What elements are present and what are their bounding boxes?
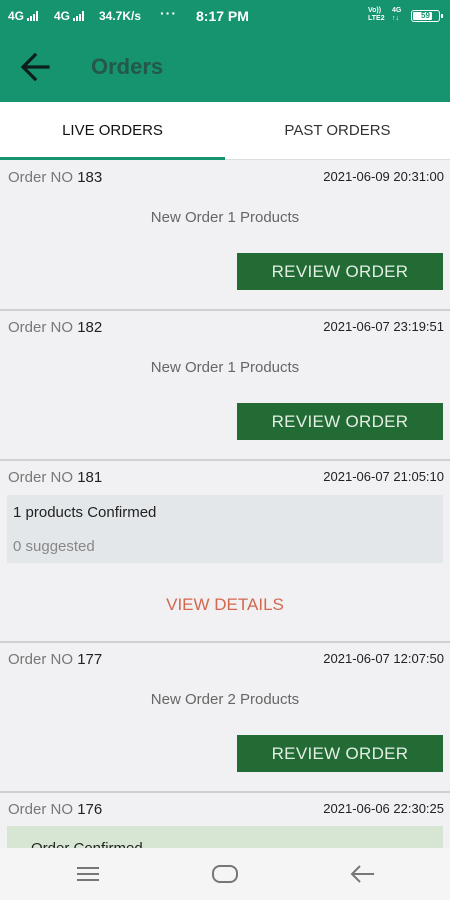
back-button[interactable] — [18, 50, 54, 84]
confirmation-summary: 1 products Confirmed 0 suggested — [7, 495, 443, 563]
tab-bar: LIVE ORDERS PAST ORDERS — [0, 102, 450, 160]
back-icon — [350, 865, 374, 883]
net-top: 4G — [392, 7, 402, 14]
confirmed-count: 1 products Confirmed — [13, 504, 157, 521]
network-speed: 34.7K/s — [99, 9, 142, 23]
data-indicator: 4G ↑↓ — [392, 7, 401, 23]
order-number-label: Order NO — [8, 651, 74, 668]
more-notifications-icon: ··· — [160, 5, 177, 21]
home-icon — [212, 865, 238, 883]
suggested-count: 0 suggested — [13, 538, 95, 555]
status-bar: 4G 4G 34.7K/s ··· 8:17 PM Vo)) LTE2 4G ↑… — [0, 0, 450, 32]
order-number-value: 176 — [77, 801, 103, 818]
order-card: Order NO 181 2021-06-07 21:05:10 1 produ… — [0, 461, 450, 643]
order-number-value: 181 — [77, 469, 103, 486]
signal-icon — [27, 11, 39, 21]
order-date: 2021-06-07 23:19:51 — [323, 319, 444, 334]
order-card: Order NO 183 2021-06-09 20:31:00 New Ord… — [0, 161, 450, 311]
order-date: 2021-06-09 20:31:00 — [323, 169, 444, 184]
order-number-label: Order NO — [8, 169, 74, 186]
order-status-box: Order Confirmed — [7, 826, 443, 848]
order-number-value: 177 — [77, 651, 103, 668]
volte-indicator: Vo)) LTE2 — [368, 7, 385, 23]
review-order-button[interactable]: REVIEW ORDER — [237, 735, 443, 772]
volte-top: Vo)) — [368, 7, 382, 14]
order-number-value: 182 — [77, 319, 103, 336]
net-bottom: ↑↓ — [392, 15, 399, 22]
sim2-label: 4G — [54, 9, 71, 23]
app-bar: Orders — [0, 32, 450, 102]
order-card: Order NO 176 2021-06-06 22:30:25 Order C… — [0, 793, 450, 848]
order-number-label: Order NO — [8, 801, 74, 818]
tab-live-orders[interactable]: LIVE ORDERS — [0, 102, 225, 160]
order-number: Order NO 183 — [8, 169, 102, 186]
order-summary: New Order 2 Products — [150, 691, 300, 708]
view-details-link[interactable]: VIEW DETAILS — [0, 595, 450, 615]
order-card: Order NO 177 2021-06-07 12:07:50 New Ord… — [0, 643, 450, 793]
volte-bottom: LTE2 — [368, 15, 385, 22]
order-number-label: Order NO — [8, 469, 74, 486]
review-order-button[interactable]: REVIEW ORDER — [237, 253, 443, 290]
orders-list[interactable]: Order NO 183 2021-06-09 20:31:00 New Ord… — [0, 161, 450, 848]
order-number: Order NO 182 — [8, 319, 102, 336]
order-date: 2021-06-07 21:05:10 — [323, 469, 444, 484]
order-number-value: 183 — [77, 169, 103, 186]
order-card: Order NO 182 2021-06-07 23:19:51 New Ord… — [0, 311, 450, 461]
review-order-button[interactable]: REVIEW ORDER — [237, 403, 443, 440]
order-number: Order NO 177 — [8, 651, 102, 668]
order-date: 2021-06-06 22:30:25 — [323, 801, 444, 816]
sim1-signal: 4G — [8, 9, 39, 23]
recents-icon — [77, 867, 99, 881]
arrow-left-icon — [20, 52, 50, 82]
page-title: Orders — [91, 54, 164, 79]
battery-icon: 59 — [411, 10, 443, 22]
sim1-label: 4G — [8, 9, 25, 23]
order-status: Order Confirmed — [31, 840, 143, 848]
battery-level: 59 — [421, 11, 430, 20]
order-summary: New Order 1 Products — [150, 359, 300, 376]
system-back-button[interactable] — [343, 859, 383, 889]
order-date: 2021-06-07 12:07:50 — [323, 651, 444, 666]
clock: 8:17 PM — [196, 8, 249, 24]
order-number-label: Order NO — [8, 319, 74, 336]
tab-past-orders[interactable]: PAST ORDERS — [225, 102, 450, 159]
recents-button[interactable] — [68, 859, 108, 889]
signal-icon — [73, 11, 85, 21]
order-summary: New Order 1 Products — [150, 209, 300, 226]
order-number: Order NO 176 — [8, 801, 102, 818]
home-button[interactable] — [205, 859, 245, 889]
sim2-signal: 4G — [54, 9, 85, 23]
order-number: Order NO 181 — [8, 469, 102, 486]
system-nav-bar — [0, 848, 450, 900]
